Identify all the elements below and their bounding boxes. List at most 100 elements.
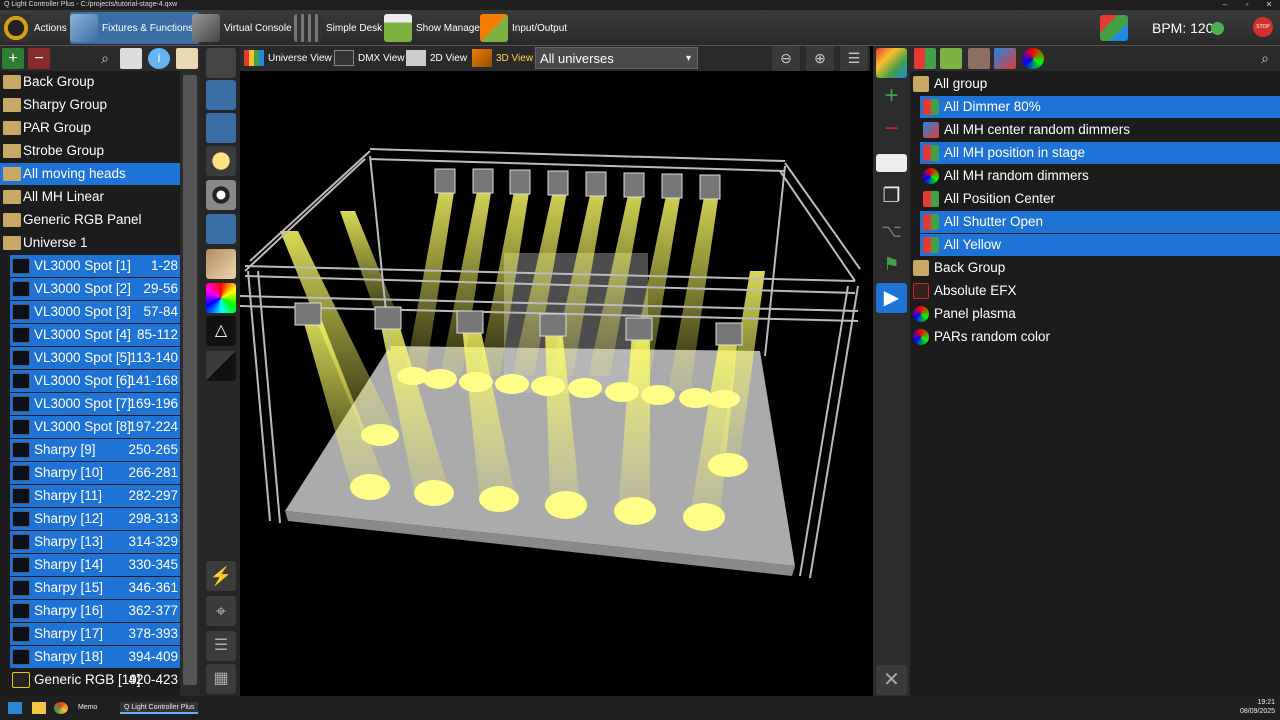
fixture-group-icon[interactable]: [206, 80, 236, 110]
list-item[interactable]: PAR Group: [0, 117, 180, 139]
scene-filter-icon[interactable]: [914, 48, 936, 69]
tab-simple-desk[interactable]: Simple Desk: [294, 12, 388, 44]
checklist-icon[interactable]: ☰: [206, 631, 236, 661]
tree-icon[interactable]: ⌥: [876, 216, 907, 246]
list-item[interactable]: All Shutter Open: [920, 211, 1280, 233]
tab-input-output[interactable]: Input/Output: [480, 12, 573, 44]
zoom-in-icon[interactable]: ⊕: [806, 46, 834, 71]
list-item[interactable]: Back Group: [910, 257, 1280, 279]
info-icon[interactable]: i: [148, 48, 170, 69]
table-row[interactable]: Sharpy [18] 394-409: [10, 646, 180, 668]
favorite-icon[interactable]: [206, 113, 236, 143]
remove-function-icon[interactable]: −: [876, 114, 907, 144]
windows-start-icon[interactable]: [8, 702, 22, 714]
list-item[interactable]: All group: [910, 73, 1280, 95]
taskbar-memo[interactable]: Memo: [78, 702, 97, 714]
tab-show-manager[interactable]: Show Manager: [384, 12, 489, 44]
list-item[interactable]: Back Group: [0, 71, 180, 93]
tab-universe-view[interactable]: Universe View: [244, 48, 332, 69]
table-row[interactable]: VL3000 Spot [8] 197-224: [10, 416, 180, 438]
list-item[interactable]: Strobe Group: [0, 140, 180, 162]
beam-icon[interactable]: [206, 351, 236, 381]
blackout-icon[interactable]: [1100, 15, 1128, 41]
table-row[interactable]: Sharpy [15] 346-361: [10, 577, 180, 599]
table-row[interactable]: Sharpy [11] 282-297: [10, 485, 180, 507]
table-row[interactable]: VL3000 Spot [2] 29-56: [10, 278, 180, 300]
layout-icon[interactable]: ▦: [206, 664, 236, 694]
remove-fixture-icon[interactable]: −: [28, 48, 50, 69]
list-item[interactable]: Panel plasma: [910, 303, 1280, 325]
table-row[interactable]: VL3000 Spot [4] 85-112: [10, 324, 180, 346]
color-wheel-icon[interactable]: [206, 283, 236, 313]
color-palette-icon[interactable]: [206, 249, 236, 279]
table-row[interactable]: VL3000 Spot [5] 113-140: [10, 347, 180, 369]
table-row[interactable]: Sharpy [17] 378-393: [10, 623, 180, 645]
taskbar-qlc[interactable]: Q Light Controller Plus: [120, 702, 199, 714]
flag-icon[interactable]: ⚑: [876, 249, 907, 279]
tab-2d-view[interactable]: 2D View: [406, 48, 467, 69]
tab-virtual-console[interactable]: Virtual Console: [192, 12, 298, 44]
list-item[interactable]: Universe 1: [0, 232, 180, 254]
3d-viewport[interactable]: [239, 71, 872, 696]
chaser-filter-icon[interactable]: [940, 48, 962, 69]
list-item[interactable]: PARs random color: [910, 326, 1280, 348]
list-item[interactable]: All MH position in stage: [920, 142, 1280, 164]
list-item[interactable]: All Position Center: [920, 188, 1280, 210]
collection-filter-icon[interactable]: [994, 48, 1016, 69]
list-item[interactable]: All Yellow: [920, 234, 1280, 256]
function-manager-icon[interactable]: [876, 48, 907, 78]
crosshair-icon[interactable]: ⌖: [206, 596, 236, 626]
stage-3d-scene[interactable]: [239, 71, 872, 696]
maximize-icon[interactable]: ▫: [1236, 0, 1258, 10]
list-item[interactable]: Absolute EFX: [910, 280, 1280, 302]
list-item[interactable]: All MH Linear: [0, 186, 180, 208]
list-item[interactable]: Generic RGB Panel: [0, 209, 180, 231]
table-row[interactable]: VL3000 Spot [1] 1-28: [10, 255, 180, 277]
table-row[interactable]: VL3000 Spot [3] 57-84: [10, 301, 180, 323]
list-item[interactable]: All MH center random dimmers: [920, 119, 1280, 141]
tab-actions[interactable]: Actions: [2, 12, 73, 44]
intensity-icon[interactable]: [206, 146, 236, 176]
position-icon[interactable]: [206, 214, 236, 244]
table-row[interactable]: Sharpy [16] 362-377: [10, 600, 180, 622]
bpm-label[interactable]: BPM: 120: [1152, 20, 1213, 36]
close-window-icon[interactable]: ✕: [1258, 0, 1280, 10]
list-item[interactable]: All Dimmer 80%: [920, 96, 1280, 118]
flash-icon[interactable]: ⚡: [206, 561, 236, 591]
close-icon[interactable]: ✕: [876, 665, 907, 695]
rgb-matrix-filter-icon[interactable]: [1022, 48, 1044, 69]
add-fixture-icon[interactable]: +: [2, 48, 24, 69]
list-item[interactable]: All MH random dimmers: [920, 165, 1280, 187]
fixture-browser-icon[interactable]: [206, 48, 236, 78]
table-row[interactable]: Sharpy [9] 250-265: [10, 439, 180, 461]
rename-function-icon[interactable]: [876, 154, 907, 172]
browser-icon[interactable]: [54, 702, 68, 714]
add-function-icon[interactable]: +: [876, 81, 907, 111]
edit-icon[interactable]: [176, 48, 198, 69]
search-icon[interactable]: ⌕: [94, 48, 116, 69]
rename-icon[interactable]: [120, 48, 142, 69]
list-item[interactable]: All moving heads: [0, 163, 180, 185]
shutter-icon[interactable]: [206, 180, 236, 210]
search-icon[interactable]: ⌕: [1254, 48, 1276, 69]
tab-fixtures-functions[interactable]: Fixtures & Functions: [70, 12, 200, 44]
table-row[interactable]: Sharpy [14] 330-345: [10, 554, 180, 576]
table-row[interactable]: VL3000 Spot [6] 141-168: [10, 370, 180, 392]
table-row[interactable]: VL3000 Spot [7] 169-196: [10, 393, 180, 415]
fixture-scrollbar-thumb[interactable]: [183, 75, 197, 685]
play-icon[interactable]: ▶: [876, 283, 907, 313]
file-explorer-icon[interactable]: [32, 702, 46, 714]
tab-dmx-view[interactable]: DMX View: [334, 48, 405, 69]
stop-all-button[interactable]: STOP: [1253, 17, 1273, 37]
efx-filter-icon[interactable]: [968, 48, 990, 69]
minimize-icon[interactable]: –: [1214, 0, 1236, 10]
table-row[interactable]: Sharpy [12] 298-313: [10, 508, 180, 530]
list-item[interactable]: Sharpy Group: [0, 94, 180, 116]
table-row[interactable]: Generic RGB [19] 420-423: [10, 669, 180, 691]
gobo-icon[interactable]: △: [206, 316, 236, 346]
table-row[interactable]: Sharpy [13] 314-329: [10, 531, 180, 553]
tab-3d-view[interactable]: 3D View: [472, 48, 533, 69]
table-row[interactable]: Sharpy [10] 266-281: [10, 462, 180, 484]
zoom-out-icon[interactable]: ⊖: [772, 46, 800, 71]
universe-select[interactable]: All universes ▾: [535, 47, 698, 69]
